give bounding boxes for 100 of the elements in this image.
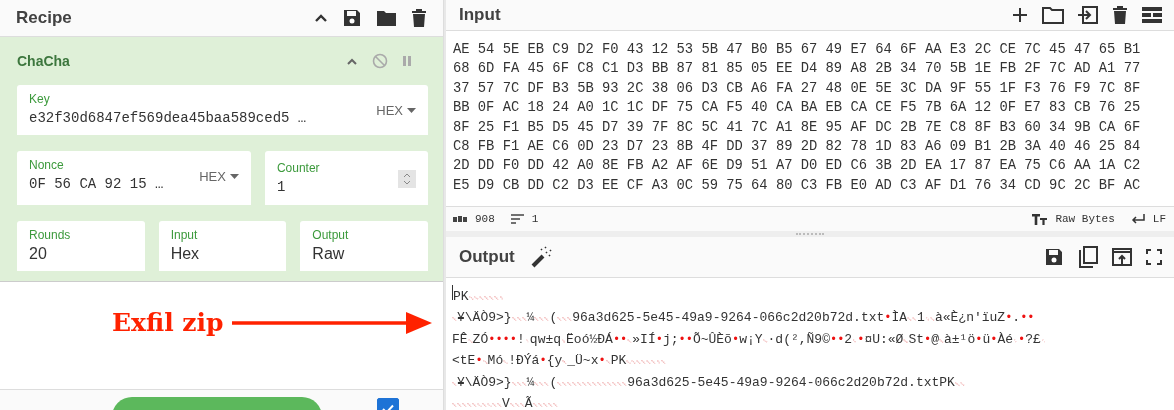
argument-field[interactable]: Nonce 0F 56 CA 92 15 … HEX (17, 151, 251, 205)
length-count: 908 (475, 213, 495, 225)
output-text: à±¹ö (944, 330, 976, 349)
output-text: ÌA (891, 309, 908, 328)
layout-icon[interactable] (1142, 7, 1162, 23)
special-character: •• (1020, 310, 1035, 328)
output-text: Ã (524, 395, 533, 410)
operation-title: ChaCha (17, 53, 70, 69)
trash-icon[interactable] (1112, 5, 1128, 25)
folder-icon[interactable] (376, 9, 397, 27)
encoding-label[interactable]: Raw Bytes (1055, 213, 1115, 225)
type-dropdown[interactable]: HEX (376, 102, 416, 118)
caret-icon[interactable] (229, 173, 239, 179)
special-character: • (924, 331, 932, 349)
special-character: • (1018, 331, 1026, 349)
folder-icon[interactable] (1042, 6, 1064, 24)
trash-icon[interactable] (411, 8, 427, 28)
output-text: 96a3d625-5e45-49a9-9264-066c2d20b72d.txt (572, 309, 885, 328)
line-count: 1 (531, 213, 539, 225)
output-text: ( (549, 309, 558, 328)
lines-icon (510, 214, 524, 224)
copy-icon[interactable] (1078, 245, 1098, 268)
output-text: ?£ (1025, 330, 1041, 349)
argument-field[interactable]: Key e32f30d6847ef569dea45baa589ced5 … HEX (17, 85, 428, 135)
field-value: Hex (170, 244, 201, 264)
magic-wand-icon[interactable] (530, 245, 553, 268)
output-text: ( (549, 373, 558, 392)
output-text: PK (610, 352, 627, 371)
panel-title: Output (459, 246, 515, 267)
chevron-up-icon[interactable] (314, 13, 328, 23)
import-icon[interactable] (1078, 6, 1098, 24)
special-character: • (884, 310, 892, 328)
output-text: FÊ (452, 330, 468, 349)
output-text: w¡Y (739, 330, 763, 349)
special-character: •• (829, 331, 845, 349)
output-text: !ÐÝá (508, 352, 540, 371)
output-text: ¥\ÄÒ9>} (457, 373, 512, 392)
output-text: 1 (917, 309, 925, 328)
output-text: Ëoó½ÐÁ (566, 330, 613, 349)
special-character: • (990, 331, 998, 349)
special-character: • (731, 331, 740, 349)
output-text: PK (453, 287, 469, 306)
output-text: _Ü~x (567, 352, 599, 371)
return-icon[interactable] (1130, 214, 1145, 224)
output-text: ·d(²,Ñ9© (767, 330, 830, 349)
output-text: ü (982, 330, 991, 349)
argument-field[interactable]: Counter 1 (264, 151, 428, 205)
special-character: • (857, 331, 865, 349)
argument-field[interactable]: Rounds 20 (17, 221, 145, 271)
input-text-line: 8F 25 F1 B5 D5 45 D7 39 7F 8C 5C 41 7C A1 8E 95 AF DC 2B 7E C8 8F B3 60 34 9B CA 6F (453, 118, 1142, 137)
output-text: Mó (487, 352, 504, 371)
special-character: • (655, 331, 663, 349)
field-label: Input (170, 227, 199, 243)
field-value: Raw (312, 244, 346, 264)
argument-field[interactable]: Input Hex (158, 221, 287, 271)
output-text: qw±q (529, 330, 562, 349)
output-text: ¼ (526, 309, 535, 328)
field-label: Counter (276, 160, 321, 176)
plus-icon[interactable] (1012, 7, 1028, 23)
special-character: •• (678, 331, 693, 349)
annotation-text: Exfil zip (112, 308, 224, 337)
field-label: Nonce (29, 157, 65, 173)
special-character: •••• (488, 331, 518, 349)
field-value: 1 (276, 178, 287, 197)
input-text-line: 37 57 7C DF B3 5B 93 2C 38 06 D3 CB A6 FA 27 48 0E 5E 3C DA 9F 55 1F F3 76 F9 7C 8F (453, 79, 1142, 98)
save-icon[interactable] (342, 8, 362, 28)
argument-field[interactable]: Output Raw (300, 221, 428, 271)
input-text-line: E5 D9 CB DD C2 D3 EE CF A3 0C 59 75 64 80 C3 FB E0 AD C3 AF D1 76 34 CD 9C 2C BF AC (453, 176, 1142, 195)
field-value: e32f30d6847ef569dea45baa589ced5 … (29, 109, 308, 128)
input-text-line: BB 0F AC 18 24 A0 1C 1C DF 75 CA F5 40 CA BA EB CA CE F5 7B 6A 12 0F E7 83 CB 76 25 (453, 99, 1142, 118)
output-text: . (1012, 309, 1021, 328)
output-text: ¥\ÄÒ9>} (457, 309, 512, 328)
spinner-icon[interactable] (398, 170, 416, 188)
special-character: • (539, 353, 547, 371)
input-text-line: C8 FB F1 AE C6 0D 23 D7 23 8B 4F DD 37 89 2D 82 78 1D 83 A6 09 B1 2B 3A 40 46 25 84 (453, 138, 1142, 157)
input-text-line: 2D DD F0 DD 42 A0 8E FB A2 AF 6E D9 51 A7 D0 ED C6 3B 2D EA 17 87 EA 75 C6 AA 1A C2 (453, 157, 1142, 176)
input-text-line: 68 6D FA 45 6F C8 C1 D3 BB 87 81 85 05 EE D4 89 A8 2B 34 70 5B 1E FB 2F 7C AD A1 77 (453, 60, 1142, 79)
output-text: j; (662, 330, 679, 349)
fullscreen-icon[interactable] (1146, 248, 1162, 265)
output-text: @ (931, 330, 939, 349)
output-text: 96a3d625-5e45-49a9-9264-066c2d20b72d.txtPK (627, 373, 955, 392)
text-size-icon[interactable] (1032, 213, 1048, 225)
replace-input-icon[interactable] (1112, 247, 1132, 266)
panel-title: Input (459, 5, 501, 25)
special-character: • (598, 353, 606, 371)
eol-label[interactable]: LF (1152, 213, 1166, 225)
field-value: 20 (29, 244, 48, 264)
output-text: ! (517, 330, 525, 349)
output-text: Õ~ÛÈõ (692, 330, 732, 349)
field-label: Key (29, 91, 51, 107)
save-icon[interactable] (1044, 246, 1064, 267)
caret-icon[interactable] (407, 107, 416, 113)
special-character: • (975, 331, 983, 349)
field-value: 0F 56 CA 92 15 … (29, 175, 165, 194)
type-dropdown[interactable]: HEX (199, 168, 239, 184)
output-text: <tE (452, 352, 476, 371)
output-text: {y (546, 352, 563, 371)
output-text: V (502, 395, 510, 410)
characters-icon (453, 216, 467, 222)
output-text: Àé (997, 330, 1014, 349)
